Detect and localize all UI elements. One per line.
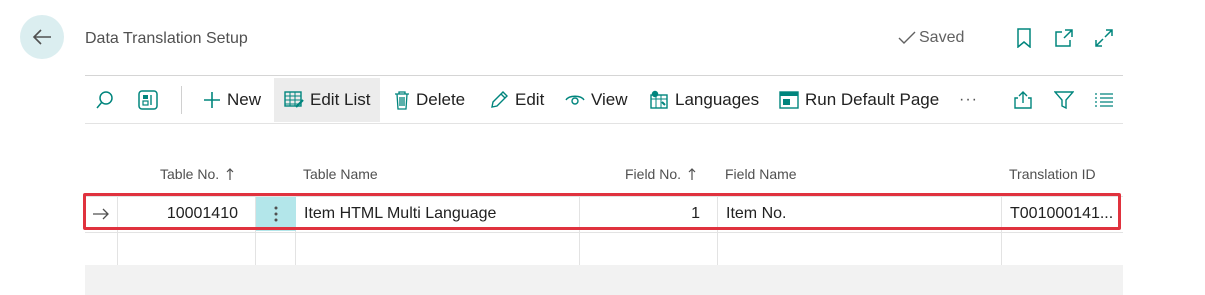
view-button[interactable]: View: [565, 78, 628, 122]
check-icon: [898, 30, 916, 46]
more-options-label: ···: [959, 91, 978, 108]
col-header-field-no-label: Field No.: [625, 166, 682, 182]
bookmark-icon[interactable]: [1013, 27, 1035, 49]
open-new-window-icon[interactable]: [1053, 27, 1075, 49]
toolbar-top-divider: [85, 75, 1123, 76]
empty-table-row[interactable]: [85, 232, 1123, 266]
delete-label: Delete: [416, 90, 466, 109]
page-window-icon: [779, 91, 799, 109]
row-highlight-frame: [83, 193, 1121, 230]
share-icon: [1013, 91, 1033, 109]
edit-button[interactable]: Edit: [489, 78, 544, 122]
toolbar-separator: [181, 86, 182, 114]
search-icon: [95, 90, 115, 110]
list-icon: [1094, 92, 1114, 108]
analysis-icon: [137, 89, 159, 111]
delete-button[interactable]: Delete: [394, 78, 465, 122]
eye-icon: [565, 93, 585, 107]
edit-list-icon: [284, 91, 304, 109]
search-button[interactable]: [95, 78, 115, 122]
col-header-table-name[interactable]: Table Name: [303, 166, 378, 182]
filter-button[interactable]: [1054, 78, 1074, 122]
sort-ascending-icon: [226, 168, 234, 180]
saved-label: Saved: [919, 29, 965, 46]
col-header-table-no-label: Table No.: [160, 166, 220, 182]
page-title: Data Translation Setup: [85, 30, 248, 47]
edit-list-button[interactable]: Edit List: [274, 78, 381, 122]
edit-label: Edit: [515, 90, 545, 109]
new-button[interactable]: New: [203, 78, 261, 122]
col-header-table-no[interactable]: Table No.: [160, 166, 234, 182]
edit-list-label: Edit List: [310, 90, 371, 109]
new-label: New: [227, 90, 262, 109]
languages-label: Languages: [675, 90, 760, 109]
share-button[interactable]: [1013, 78, 1033, 122]
languages-button[interactable]: Languages: [649, 78, 759, 122]
arrow-left-icon: [31, 26, 53, 48]
back-button[interactable]: [20, 15, 64, 59]
col-header-field-no[interactable]: Field No.: [625, 166, 696, 182]
languages-icon: [649, 90, 669, 110]
toolbar-bottom-divider: [85, 123, 1123, 124]
pencil-icon: [489, 90, 509, 110]
run-default-page-button[interactable]: Run Default Page: [779, 78, 939, 122]
expand-icon[interactable]: [1093, 27, 1115, 49]
more-options-button[interactable]: ···: [959, 78, 978, 122]
plus-icon: [203, 91, 221, 109]
run-default-page-label: Run Default Page: [805, 90, 940, 109]
col-header-field-name[interactable]: Field Name: [725, 166, 797, 182]
list-bottom-area: [85, 265, 1123, 295]
saved-status: Saved: [898, 29, 964, 47]
list-view-button[interactable]: [1094, 78, 1114, 122]
filter-icon: [1054, 90, 1074, 110]
sort-ascending-icon: [688, 168, 696, 180]
analysis-mode-button[interactable]: [137, 78, 159, 122]
col-header-translation-id[interactable]: Translation ID: [1009, 166, 1096, 182]
trash-icon: [394, 90, 410, 110]
view-label: View: [591, 90, 628, 109]
